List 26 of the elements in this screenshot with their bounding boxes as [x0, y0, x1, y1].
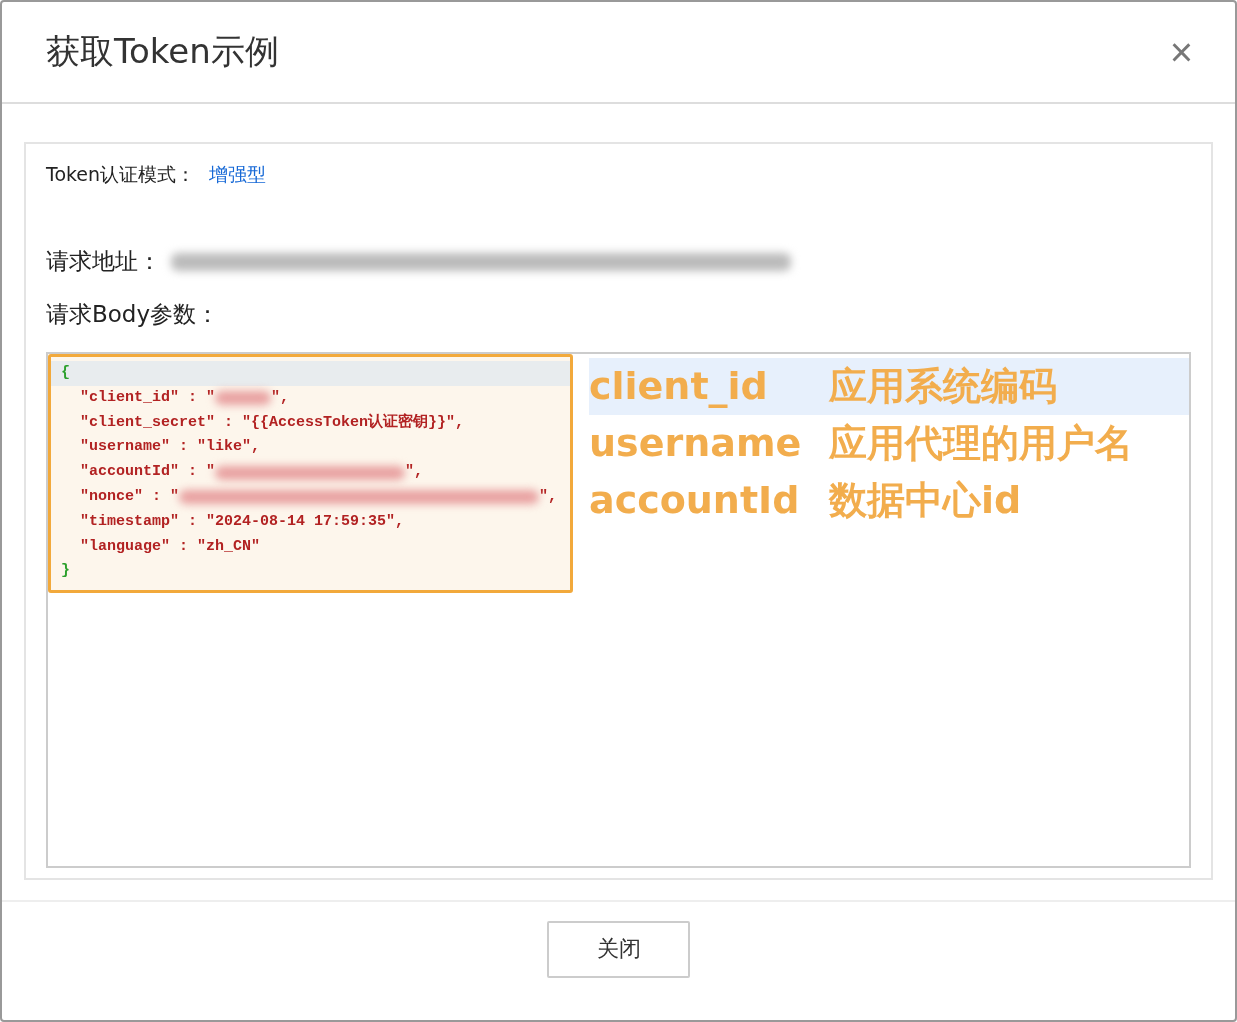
- code-text: "timestamp" : "2024-08-14 17:59:35",: [80, 511, 405, 532]
- parameter-name: client_id: [589, 358, 829, 415]
- parameter-description: 应用系统编码: [829, 358, 1189, 415]
- field-label: 请求地址：: [46, 247, 161, 276]
- code-text: "username" : "like",: [80, 437, 261, 458]
- parameter-description: 数据中心id: [829, 477, 1023, 524]
- code-text: "client_secret" : "{{AccessToken认证密钥}}",: [80, 412, 465, 433]
- code-text: "accountId" : ": [80, 462, 216, 483]
- code-text: ",: [539, 487, 558, 507]
- redacted-value: [215, 391, 272, 406]
- code-brace: }: [61, 561, 70, 582]
- dialog-title: 获取Token示例: [46, 30, 279, 73]
- field-label: Token认证模式：: [46, 162, 196, 187]
- field-label: 请求Body参数：: [46, 300, 221, 329]
- code-text: ",: [271, 387, 290, 408]
- code-brace: {: [61, 363, 70, 383]
- parameter-name: username: [589, 420, 803, 467]
- close-button[interactable]: ×: [1163, 32, 1199, 72]
- code-text: "client_id" : ": [80, 387, 216, 408]
- code-text: ",: [405, 462, 424, 483]
- close-button[interactable]: 关闭: [547, 920, 690, 978]
- parameter-description: 应用代理的用户名: [829, 420, 1134, 467]
- field-value: 增强型: [209, 162, 267, 187]
- parameter-name: accountId: [589, 477, 801, 524]
- code-text: "nonce" : ": [80, 487, 180, 507]
- code-text: "language" : "zh_CN": [80, 536, 261, 557]
